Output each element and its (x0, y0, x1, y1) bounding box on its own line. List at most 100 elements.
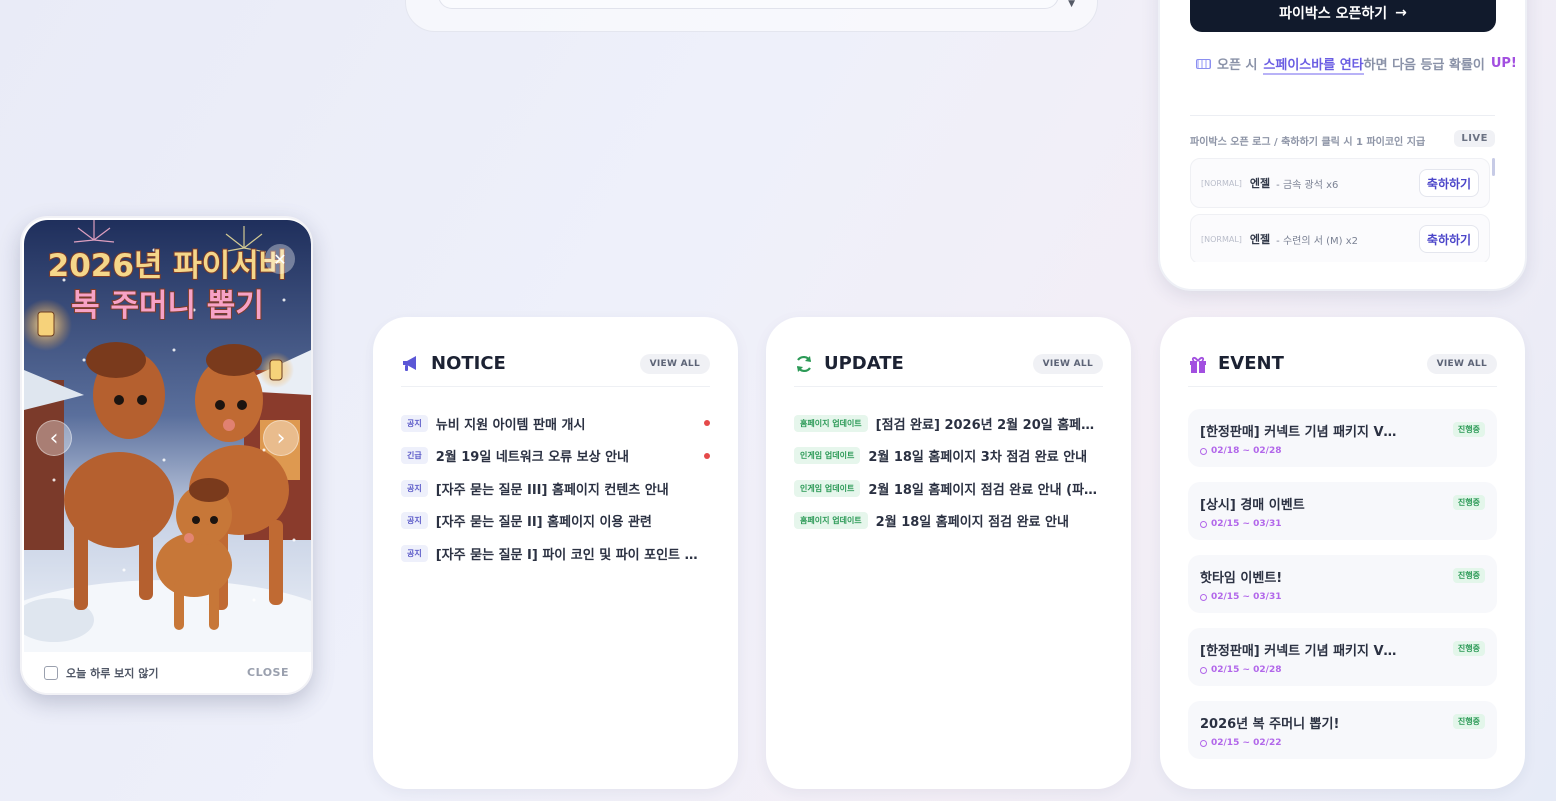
update-text: 2월 18일 홈페이지 점검 완료 안내 (파이서버) (868, 482, 1103, 498)
clock-icon (1200, 447, 1207, 455)
event-date: 02/15 ~ 03/31 (1211, 592, 1282, 602)
update-tag: 홈페이지 업데이트 (794, 414, 868, 432)
update-view-all-button[interactable]: VIEW ALL (1032, 353, 1103, 374)
dont-show-today[interactable]: 오늘 하루 보지 않기 (44, 665, 158, 681)
event-card-title: [한정판매] 커넥트 기념 패키지 VOL.1 (1200, 644, 1400, 659)
event-card[interactable]: [한정판매] 커넥트 기념 패키지 VOL.2 02/18 ~ 02/28 진행… (1188, 409, 1497, 467)
pybox-open-label: 파이박스 오픈하기 (1279, 6, 1388, 22)
notice-tag: 공지 (401, 479, 428, 497)
hint-up: UP! (1490, 56, 1517, 71)
notice-row[interactable]: 공지 [자주 묻는 질문 II] 홈페이지 이용 관련 (401, 505, 710, 538)
update-title: UPDATE (824, 353, 904, 374)
log-grade: [NORMAL] (1201, 234, 1242, 244)
update-header: UPDATE VIEW ALL (794, 347, 1103, 387)
update-row[interactable]: 인게임 업데이트 2월 18일 홈페이지 점검 완료 안내 (파이서버) (794, 472, 1103, 505)
hint-middle: 하면 다음 등급 확률이 (1363, 58, 1485, 73)
event-card-title: [상시] 경매 이벤트 (1200, 498, 1305, 513)
event-card[interactable]: 핫타임 이벤트! 02/15 ~ 03/31 진행중 (1188, 555, 1497, 613)
update-list: 홈페이지 업데이트 [점검 완료] 2026년 2월 20일 홈페이지 점검 인… (794, 407, 1103, 537)
notice-row[interactable]: 긴급 2월 19일 네트워크 오류 보상 안내 (401, 440, 710, 473)
log-title: 파이박스 오픈 로그 / 축하하기 클릭 시 1 파이코인 지급 (1190, 137, 1426, 148)
top-search-card: ▼ (405, 0, 1098, 32)
status-badge: 진행중 (1452, 422, 1485, 437)
chevron-left-icon[interactable]: ‹ (36, 420, 72, 456)
notice-tag: 공지 (401, 414, 428, 432)
notice-title: NOTICE (431, 353, 506, 374)
refresh-icon (794, 354, 814, 374)
notice-header: NOTICE VIEW ALL (401, 347, 710, 387)
arrow-right-icon: → (1395, 5, 1407, 21)
clock-icon (1200, 593, 1207, 601)
hint-prefix: 오픈 시 (1217, 58, 1258, 73)
cheer-button[interactable]: 축하하기 (1419, 169, 1479, 197)
event-card-title: 핫타임 이벤트! (1200, 571, 1283, 586)
event-date: 02/15 ~ 02/22 (1211, 738, 1282, 748)
notice-tag: 긴급 (401, 447, 428, 465)
clock-icon (1200, 666, 1207, 674)
update-tag: 인게임 업데이트 (794, 447, 861, 465)
log-item: [NORMAL] 엔젤 - 수련의 서 (M) x2 축하하기 (1190, 214, 1490, 262)
notice-text: 2월 19일 네트워크 오류 보상 안내 (435, 450, 630, 466)
log-list: [NORMAL] 엔젤 - 금속 광석 x6 축하하기 [NORMAL] 엔젤 … (1190, 158, 1490, 262)
server-select[interactable] (438, 0, 1059, 9)
chevron-right-icon[interactable]: › (263, 420, 299, 456)
event-view-all-button[interactable]: VIEW ALL (1426, 353, 1497, 374)
event-list: [한정판매] 커넥트 기념 패키지 VOL.2 02/18 ~ 02/28 진행… (1188, 409, 1497, 774)
status-badge: 진행중 (1452, 495, 1485, 510)
log-scrollbar[interactable] (1492, 158, 1495, 176)
log-item: [NORMAL] 엔젤 - 금속 광석 x6 축하하기 (1190, 158, 1490, 208)
log-item-name: - 수련의 서 (M) x2 (1276, 235, 1359, 247)
log-user: 엔젤 (1249, 177, 1271, 190)
dont-show-checkbox[interactable] (44, 665, 58, 680)
notice-tag: 공지 (401, 512, 428, 530)
live-badge: LIVE (1454, 130, 1495, 147)
notice-text: 뉴비 지원 아이템 판매 개시 (435, 417, 586, 433)
notice-list: 공지 뉴비 지원 아이템 판매 개시 긴급 2월 19일 네트워크 오류 보상 … (401, 407, 710, 570)
chevron-down-icon[interactable]: ▼ (1068, 0, 1075, 9)
log-grade: [NORMAL] (1201, 178, 1242, 188)
popup-banner-image[interactable]: 2026년 파이서버 복 주머니 뽑기 ✕ ‹ › (24, 220, 311, 654)
new-dot (704, 452, 710, 459)
event-date: 02/18 ~ 02/28 (1211, 446, 1282, 456)
event-card-title: [한정판매] 커넥트 기념 패키지 VOL.2 (1200, 425, 1400, 440)
update-text: 2월 18일 홈페이지 점검 완료 안내 (875, 515, 1069, 531)
notice-row[interactable]: 공지 [자주 묻는 질문 I] 파이 코인 및 파이 포인트 (2026) (401, 537, 710, 570)
log-item-name: - 금속 광석 x6 (1276, 179, 1339, 191)
popup-footer: 오늘 하루 보지 않기 CLOSE (22, 652, 311, 693)
notice-row[interactable]: 공지 뉴비 지원 아이템 판매 개시 (401, 407, 710, 440)
update-tag: 인게임 업데이트 (794, 479, 861, 497)
event-title: EVENT (1218, 353, 1284, 374)
hint-highlight: 스페이스바를 연타 (1263, 58, 1364, 75)
update-row[interactable]: 인게임 업데이트 2월 18일 홈페이지 3차 점검 완료 안내 (794, 440, 1103, 473)
event-popup: 2026년 파이서버 복 주머니 뽑기 ✕ ‹ › 오늘 하루 보지 않기 CL… (20, 216, 313, 695)
update-row[interactable]: 홈페이지 업데이트 [점검 완료] 2026년 2월 20일 홈페이지 점검 (794, 407, 1103, 440)
event-card[interactable]: 2026년 복 주머니 뽑기! 02/15 ~ 02/22 진행중 (1188, 701, 1497, 759)
popup-close-button[interactable]: CLOSE (247, 666, 289, 679)
notice-text: [자주 묻는 질문 I] 파이 코인 및 파이 포인트 (2026) (435, 547, 698, 563)
cheer-button[interactable]: 축하하기 (1419, 225, 1479, 253)
close-icon[interactable]: ✕ (265, 244, 295, 274)
event-header: EVENT VIEW ALL (1188, 347, 1497, 387)
event-board: EVENT VIEW ALL [한정판매] 커넥트 기념 패키지 VOL.2 0… (1160, 317, 1525, 789)
update-text: 2월 18일 홈페이지 3차 점검 완료 안내 (868, 450, 1088, 466)
status-badge: 진행중 (1452, 568, 1485, 583)
divider (1190, 115, 1495, 116)
popup-title-line2: 복 주머니 뽑기 (70, 287, 265, 325)
notice-view-all-button[interactable]: VIEW ALL (639, 353, 710, 374)
pybox-hint: 오픈 시 스페이스바를 연타하면 다음 등급 확률이 UP! (1196, 54, 1517, 75)
event-card[interactable]: [상시] 경매 이벤트 02/15 ~ 03/31 진행중 (1188, 482, 1497, 540)
update-row[interactable]: 홈페이지 업데이트 2월 18일 홈페이지 점검 완료 안내 (794, 505, 1103, 538)
event-date: 02/15 ~ 02/28 (1211, 665, 1282, 675)
notice-row[interactable]: 공지 [자주 묻는 질문 III] 홈페이지 컨텐츠 안내 (401, 472, 710, 505)
pybox-panel: 파이박스 오픈하기 → 오픈 시 스페이스바를 연타하면 다음 등급 확률이 U… (1158, 0, 1527, 291)
clock-icon (1200, 520, 1207, 528)
notice-tag: 공지 (401, 544, 428, 562)
new-dot (704, 420, 710, 427)
event-card[interactable]: [한정판매] 커넥트 기념 패키지 VOL.1 02/15 ~ 02/28 진행… (1188, 628, 1497, 686)
status-badge: 진행중 (1452, 714, 1485, 729)
notice-text: [자주 묻는 질문 III] 홈페이지 컨텐츠 안내 (435, 482, 669, 498)
pybox-open-button[interactable]: 파이박스 오픈하기 → (1190, 0, 1496, 32)
update-board: UPDATE VIEW ALL 홈페이지 업데이트 [점검 완료] 2026년 … (766, 317, 1131, 789)
update-tag: 홈페이지 업데이트 (794, 512, 868, 530)
keyboard-icon (1196, 58, 1211, 69)
